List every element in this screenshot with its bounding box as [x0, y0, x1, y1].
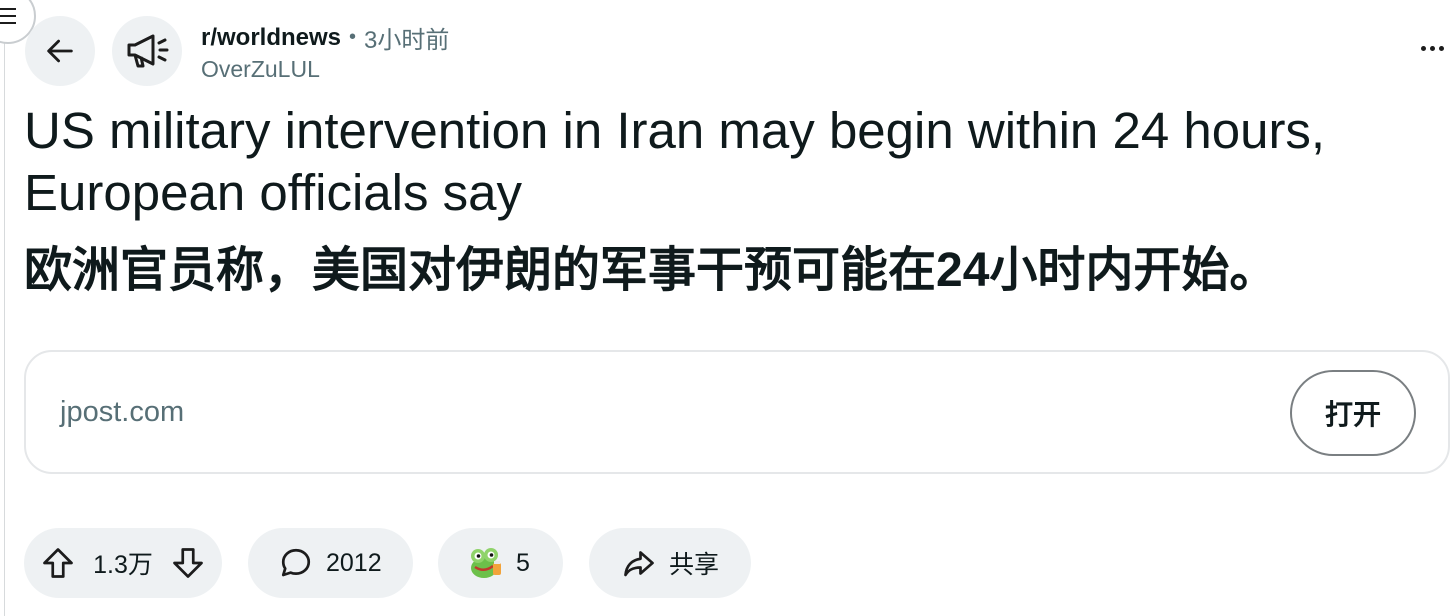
post-author[interactable]: OverZuLUL: [201, 56, 320, 83]
upvote-icon: [43, 548, 73, 578]
share-button[interactable]: 共享: [589, 528, 751, 598]
subreddit-avatar[interactable]: [112, 16, 182, 86]
vote-count: 1.3万: [93, 551, 153, 579]
awards-button[interactable]: 5: [438, 528, 563, 598]
award-count: 5: [516, 548, 530, 577]
back-arrow-icon: [47, 39, 73, 63]
open-link-button[interactable]: 打开: [1290, 370, 1416, 456]
share-icon: [624, 551, 654, 577]
downvote-icon: [173, 548, 203, 578]
post-time: 3小时前: [364, 27, 450, 54]
upvote-button[interactable]: [40, 545, 76, 581]
post-title: US military intervention in Iran may beg…: [24, 102, 1326, 221]
downvote-button[interactable]: [170, 545, 206, 581]
more-options-icon: [1420, 45, 1444, 51]
more-options-button[interactable]: [1414, 34, 1450, 62]
link-domain: jpost.com: [60, 396, 185, 428]
comment-icon: [281, 548, 311, 577]
menu-icon: [0, 8, 16, 24]
back-button[interactable]: [25, 16, 95, 86]
left-divider: [4, 0, 5, 616]
megaphone-icon: [127, 34, 169, 68]
vote-bar: 1.3万: [24, 528, 222, 598]
post-title-translation: 欧洲官员称，美国对伊朗的军事干预可能在24小时内开始。: [24, 244, 1278, 297]
subreddit-link[interactable]: r/worldnews: [201, 24, 341, 52]
link-preview-card[interactable]: jpost.com 打开: [24, 350, 1450, 474]
share-label: 共享: [669, 551, 720, 579]
award-icon: [471, 548, 501, 578]
comments-button[interactable]: 2012: [248, 528, 413, 598]
post-meta: r/worldnews • 3小时前: [201, 20, 449, 55]
comment-count: 2012: [326, 548, 382, 577]
meta-separator: •: [349, 26, 357, 48]
